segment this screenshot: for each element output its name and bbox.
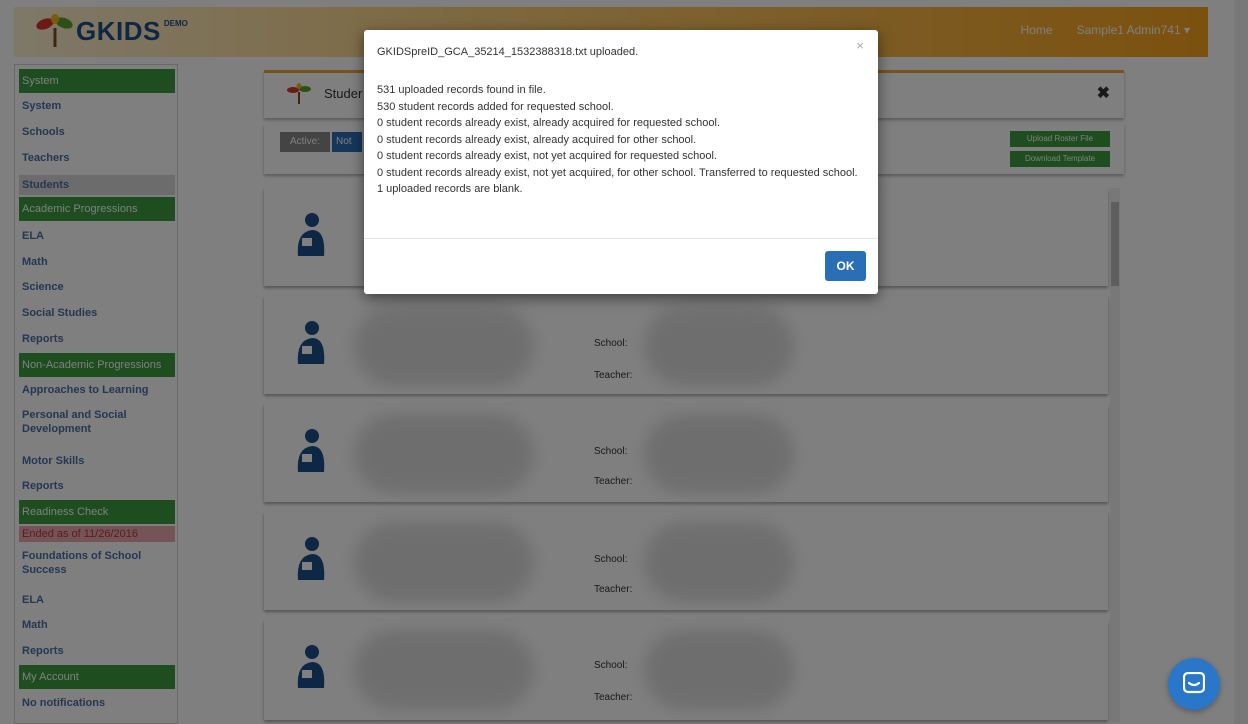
chat-launcher-button[interactable] (1168, 658, 1220, 710)
dialog-line: 530 student records added for requested … (377, 100, 614, 113)
dialog-close-icon[interactable]: × (856, 38, 864, 53)
dialog-title: GKIDSpreID_GCA_35214_1532388318.txt uplo… (377, 46, 639, 58)
dialog-line: 0 student records already exist, not yet… (377, 166, 858, 179)
chat-icon (1182, 671, 1206, 699)
ok-button[interactable]: OK (825, 251, 866, 281)
dialog-line: 531 uploaded records found in file. (377, 84, 546, 96)
upload-result-dialog: GKIDSpreID_GCA_35214_1532388318.txt uplo… (364, 30, 878, 294)
dialog-body: 531 uploaded records found in file. 530 … (377, 82, 867, 198)
dialog-divider (364, 238, 878, 239)
dialog-line: 0 student records already exist, already… (377, 117, 721, 129)
dialog-line: 1 uploaded records are blank. (377, 183, 523, 195)
dialog-line: 0 student records already exist, already… (377, 133, 697, 146)
dialog-line: 0 student records already exist, not yet… (377, 150, 717, 162)
